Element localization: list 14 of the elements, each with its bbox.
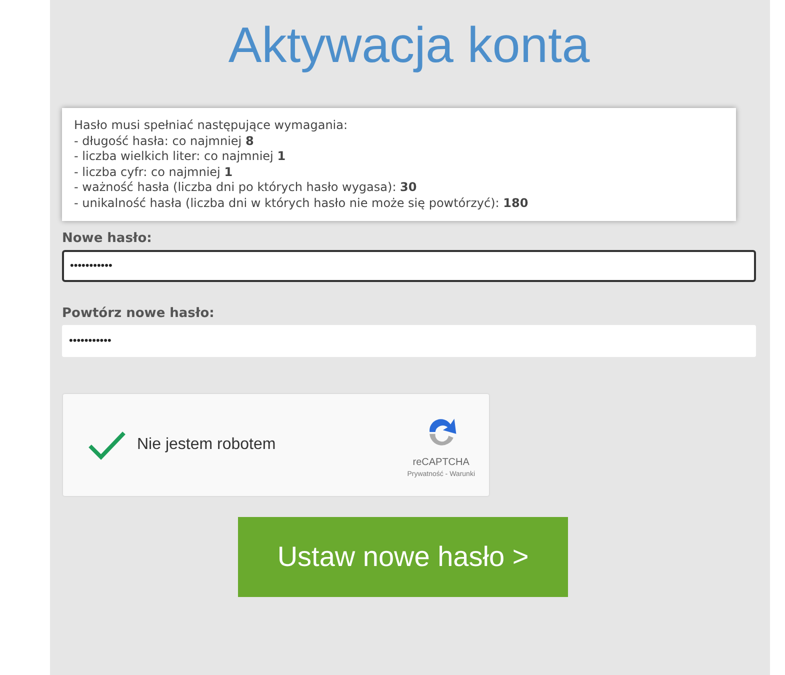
requirement-line: - ważność hasła (liczba dni po których hasło wygasa): 30 [74,180,418,196]
captcha-brand: reCAPTCHA [412,456,470,468]
requirement-line: - liczba wielkich liter: co najmniej 1 [74,149,287,164]
password-field[interactable]: ••••••••••• [62,325,756,357]
captcha-label: Nie jestem robotem [137,436,277,454]
requirement-line: - unikalność hasła (liczba dni w których hasło nie może się powtórzyć): 180 [74,196,530,211]
requirement-line: - długość hasła: co najmniej 8 [74,134,255,149]
field-label: Powtórz nowe hasło: [62,306,214,321]
field-label: Nowe hasło: [62,231,152,246]
tooltip-heading: Hasło musi spełniać następujące wymagania: [74,118,349,134]
page-title: Aktywacja konta [228,16,590,74]
password-field[interactable]: ••••••••••• [62,250,756,282]
requirement-line: - liczba cyfr: co najmniej 1 [74,164,234,180]
check-icon[interactable] [87,430,127,460]
